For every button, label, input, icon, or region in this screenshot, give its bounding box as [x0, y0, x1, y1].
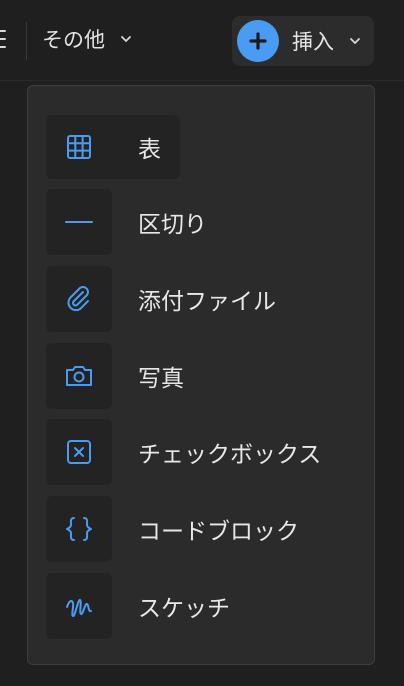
list-icon[interactable]: [0, 28, 10, 50]
menu-item-label: 写真: [138, 365, 184, 391]
toolbar: その他 挿入: [0, 0, 404, 81]
table-icon: [46, 114, 112, 180]
menu-item-label: 表: [138, 136, 161, 162]
menu-item-label: 添付ファイル: [138, 288, 276, 314]
divider-line-icon: [46, 189, 112, 255]
menu-item-label: 区切り: [138, 211, 207, 237]
menu-item-attachment[interactable]: 添付ファイル: [46, 266, 276, 332]
more-menu-button[interactable]: その他: [42, 22, 133, 56]
sketch-squiggle-icon: [46, 573, 112, 639]
code-braces-icon: [46, 496, 112, 562]
camera-icon: [46, 343, 112, 409]
paperclip-icon: [46, 266, 112, 332]
menu-item-checkbox[interactable]: チェックボックス: [46, 419, 322, 485]
chevron-down-icon: [350, 38, 360, 44]
menu-item-photo[interactable]: 写真: [46, 343, 184, 409]
chevron-down-icon: [121, 36, 131, 42]
toolbar-divider: [26, 22, 27, 60]
menu-item-label: コードブロック: [138, 518, 299, 544]
menu-item-code-block[interactable]: コードブロック: [46, 496, 299, 562]
menu-item-divider[interactable]: 区切り: [46, 189, 207, 255]
insert-button[interactable]: 挿入: [232, 16, 374, 66]
menu-item-sketch[interactable]: スケッチ: [46, 573, 230, 639]
more-menu-label: その他: [42, 29, 105, 52]
menu-item-label: スケッチ: [138, 595, 230, 621]
plus-icon: [237, 20, 279, 62]
menu-item-label: チェックボックス: [138, 441, 322, 467]
menu-item-table[interactable]: 表: [46, 115, 180, 179]
checkbox-icon: [46, 419, 112, 485]
insert-dropdown-menu: 表 区切り 添付ファイル 写真 チェックボックス コードブロック スケッチ: [27, 85, 375, 665]
insert-button-label: 挿入: [292, 31, 334, 54]
